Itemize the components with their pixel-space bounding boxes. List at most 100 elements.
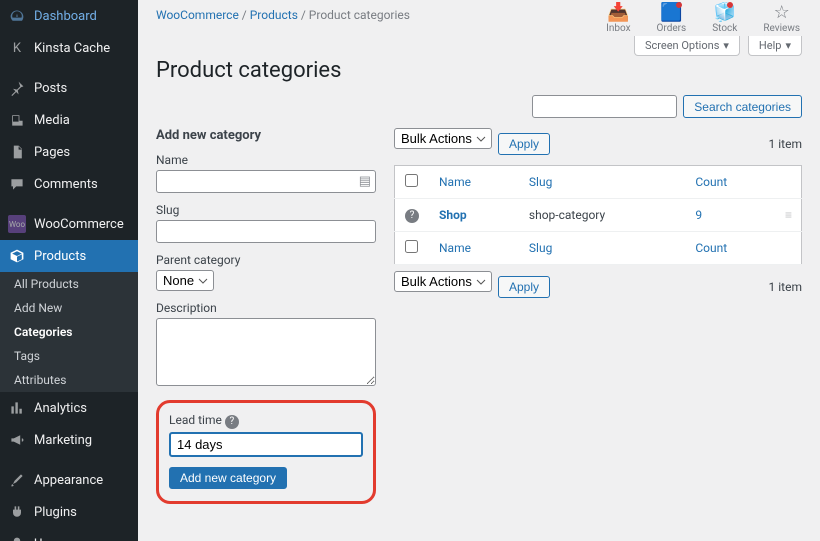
main-content: 📥Inbox 🟦Orders 🧊Stock ☆Reviews WooCommer…: [138, 0, 820, 541]
analytics-icon: [8, 399, 26, 417]
top-icon-label: Reviews: [763, 23, 800, 34]
menu-kinsta[interactable]: K Kinsta Cache: [0, 32, 138, 64]
bulk-actions-select-top[interactable]: Bulk Actions: [394, 128, 492, 149]
menu-comments[interactable]: Comments: [0, 168, 138, 200]
add-category-button[interactable]: Add new category: [169, 467, 287, 489]
row-name-link[interactable]: Shop: [439, 208, 467, 222]
form-title: Add new category: [156, 128, 376, 143]
submenu-attributes[interactable]: Attributes: [0, 368, 138, 392]
items-count-bottom: 1 item: [769, 280, 802, 294]
description-textarea[interactable]: [156, 318, 376, 386]
breadcrumb-current: Product categories: [309, 8, 410, 22]
table-row: ? Shop shop-category 9 ≡: [395, 199, 802, 232]
plug-icon: [8, 503, 26, 521]
media-icon: [8, 111, 26, 129]
screen-options-label: Screen Options: [645, 39, 719, 52]
inbox-icon: 📥: [607, 4, 629, 22]
top-icon-label: Stock: [712, 23, 737, 34]
screen-options-button[interactable]: Screen Options ▾: [634, 36, 740, 56]
submenu-all-products[interactable]: All Products: [0, 272, 138, 296]
bulk-apply-top[interactable]: Apply: [498, 133, 550, 155]
menu-label: Appearance: [34, 473, 103, 488]
products-submenu: All Products Add New Categories Tags Att…: [0, 272, 138, 392]
pin-icon: [8, 79, 26, 97]
menu-marketing[interactable]: Marketing: [0, 424, 138, 456]
menu-label: Products: [34, 249, 86, 264]
menu-users[interactable]: Users: [0, 528, 138, 541]
submenu-categories[interactable]: Categories: [0, 320, 138, 344]
submenu-tags[interactable]: Tags: [0, 344, 138, 368]
add-category-form: Add new category Name ▤ Slug Parent cate…: [156, 128, 376, 504]
kinsta-icon: K: [8, 39, 26, 57]
name-input[interactable]: [156, 170, 376, 193]
products-icon: [8, 247, 26, 265]
menu-label: Kinsta Cache: [34, 41, 110, 56]
menu-label: Marketing: [34, 433, 92, 448]
top-inbox[interactable]: 📥Inbox: [606, 4, 630, 34]
col-slug-footer[interactable]: Slug: [529, 241, 552, 255]
menu-label: Media: [34, 113, 70, 128]
brush-icon: [8, 471, 26, 489]
category-table: Name Slug Count ? Shop shop-category 9: [394, 165, 802, 265]
search-button[interactable]: Search categories: [683, 95, 802, 118]
chevron-down-icon: ▾: [723, 39, 729, 52]
select-all-bottom[interactable]: [405, 240, 418, 253]
search-input[interactable]: [532, 95, 677, 118]
bulk-apply-bottom[interactable]: Apply: [498, 276, 550, 298]
menu-appearance[interactable]: Appearance: [0, 464, 138, 496]
comment-icon: [8, 175, 26, 193]
submenu-add-new[interactable]: Add New: [0, 296, 138, 320]
dashboard-icon: [8, 7, 26, 25]
slug-input[interactable]: [156, 220, 376, 243]
col-name-header[interactable]: Name: [439, 175, 471, 189]
top-icon-label: Orders: [657, 23, 687, 34]
menu-analytics[interactable]: Analytics: [0, 392, 138, 424]
page-icon: [8, 143, 26, 161]
parent-select[interactable]: None: [156, 270, 214, 291]
page-title: Product categories: [156, 58, 802, 83]
top-orders[interactable]: 🟦Orders: [657, 4, 687, 34]
menu-label: Pages: [34, 145, 70, 160]
menu-label: Users: [34, 537, 67, 541]
row-count-link[interactable]: 9: [695, 208, 702, 222]
menu-label: Comments: [34, 177, 98, 192]
menu-dashboard[interactable]: Dashboard: [0, 0, 138, 32]
menu-woocommerce[interactable]: Woo WooCommerce: [0, 208, 138, 240]
parent-label: Parent category: [156, 253, 376, 267]
lead-time-input[interactable]: [169, 432, 363, 457]
highlight-box: Lead time ? Add new category: [156, 400, 376, 504]
user-icon: [8, 535, 26, 541]
menu-label: Dashboard: [34, 9, 97, 24]
col-slug-header[interactable]: Slug: [529, 175, 552, 189]
top-stock[interactable]: 🧊Stock: [712, 4, 737, 34]
help-button[interactable]: Help ▾: [748, 36, 802, 56]
help-icon[interactable]: ?: [225, 415, 239, 429]
menu-pages[interactable]: Pages: [0, 136, 138, 168]
description-label: Description: [156, 301, 376, 315]
select-all-top[interactable]: [405, 174, 418, 187]
bulk-actions-select-bottom[interactable]: Bulk Actions: [394, 271, 492, 292]
woo-icon: Woo: [8, 215, 26, 233]
drag-handle-icon[interactable]: ≡: [785, 208, 791, 222]
menu-posts[interactable]: Posts: [0, 72, 138, 104]
admin-sidebar: Dashboard K Kinsta Cache Posts Media Pag…: [0, 0, 138, 541]
col-name-footer[interactable]: Name: [439, 241, 471, 255]
menu-label: Posts: [34, 81, 67, 96]
help-icon[interactable]: ?: [405, 209, 419, 223]
col-count-header[interactable]: Count: [695, 175, 727, 189]
menu-label: Plugins: [34, 505, 77, 520]
menu-plugins[interactable]: Plugins: [0, 496, 138, 528]
chevron-down-icon: ▾: [785, 39, 791, 52]
breadcrumb-woocommerce[interactable]: WooCommerce: [156, 8, 239, 22]
menu-label: WooCommerce: [34, 217, 124, 232]
menu-products[interactable]: Products: [0, 240, 138, 272]
col-count-footer[interactable]: Count: [695, 241, 727, 255]
help-label: Help: [759, 39, 782, 52]
name-label: Name: [156, 153, 376, 167]
top-reviews[interactable]: ☆Reviews: [763, 4, 800, 34]
megaphone-icon: [8, 431, 26, 449]
breadcrumb-products[interactable]: Products: [250, 8, 298, 22]
row-slug: shop-category: [519, 199, 685, 232]
slug-label: Slug: [156, 203, 376, 217]
menu-media[interactable]: Media: [0, 104, 138, 136]
